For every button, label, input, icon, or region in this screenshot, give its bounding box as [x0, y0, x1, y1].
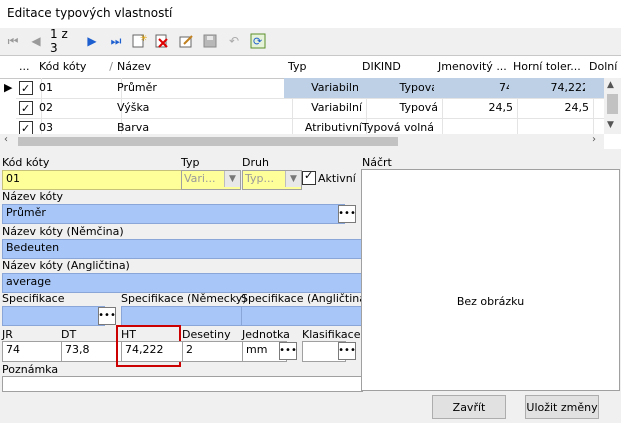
typ-select-value: Vari... [184, 172, 216, 185]
scroll-left-icon[interactable]: ‹ [4, 134, 8, 145]
window-title: Editace typových vlastností [0, 0, 621, 28]
previous-record-icon[interactable]: ◀ [27, 32, 45, 50]
jr-label: JR [2, 328, 13, 341]
save-changes-button[interactable]: Uložit změny [525, 395, 599, 419]
nazev-lookup-button[interactable]: ••• [338, 205, 356, 223]
grid-header-dikind[interactable]: DIKIND [358, 56, 439, 79]
nazev-en-field[interactable]: average [2, 273, 363, 293]
grid-cell-typ[interactable]: Variabilní [284, 78, 367, 99]
spec-en-field[interactable] [241, 306, 363, 326]
close-button[interactable]: Zavřít [432, 395, 506, 419]
ht-field[interactable]: 74,222 [121, 341, 183, 362]
grid-cell-horni[interactable]: 24,5 [509, 98, 594, 119]
grid-header-jmenovity[interactable]: Jmenovitý ... [434, 56, 514, 79]
save-icon[interactable] [201, 32, 219, 50]
grid-cell-kod[interactable]: 02 [35, 98, 122, 119]
jr-field[interactable]: 74 [2, 341, 63, 362]
scroll-up-icon[interactable]: ▲ [607, 80, 614, 90]
nacrt-label: Náčrt [362, 156, 392, 169]
spec-de-label: Specifikace (Německy) [121, 292, 247, 305]
record-position: 1 z 3 [50, 27, 68, 55]
jednotka-lookup-button[interactable]: ••• [279, 342, 297, 360]
nazev-field[interactable]: Průměr [2, 204, 345, 224]
spec-field[interactable] [2, 306, 105, 326]
grid-cell-dikind[interactable]: Typová [358, 78, 443, 99]
druh-select-value: Typ... [245, 172, 274, 185]
grid-cell-kod[interactable]: 01 [35, 78, 122, 99]
spec-en-label: Specifikace (Angličtina) [241, 292, 371, 305]
typ-label: Typ [181, 156, 200, 169]
spec-lookup-button[interactable]: ••• [98, 307, 116, 325]
ht-label: HT [121, 328, 136, 341]
nazev-label: Název kóty [2, 190, 64, 203]
refresh-icon[interactable]: ⟳ [249, 32, 267, 50]
dt-label: DT [61, 328, 77, 341]
grid-header-kod[interactable]: Kód kóty / [35, 56, 118, 79]
klasifikace-lookup-button[interactable]: ••• [338, 342, 356, 360]
undo-icon[interactable]: ↶ [225, 32, 243, 50]
spec-de-field[interactable] [121, 306, 244, 326]
jednotka-label: Jednotka [242, 328, 290, 341]
aktivni-label: Aktivní [318, 172, 356, 185]
grid-cell-nazev[interactable]: Průměr [113, 78, 293, 99]
grid-cell-nazev[interactable]: Výška [113, 98, 293, 119]
nazev-en-label: Název kóty (Angličtina) [2, 259, 130, 272]
grid-cell-typ[interactable]: Variabilní [284, 98, 367, 119]
grid-header-typ[interactable]: Typ [284, 56, 363, 79]
typ-select[interactable]: Vari... ▼ [181, 170, 241, 190]
poznamka-field[interactable] [2, 376, 363, 392]
scroll-down-icon[interactable]: ▼ [607, 120, 614, 130]
grid-cell-dikind[interactable]: Typová [358, 98, 443, 119]
klasifikace-label: Klasifikace [302, 328, 361, 341]
desetiny-field[interactable]: 2 [182, 341, 244, 362]
poznamka-label: Poznámka [2, 363, 59, 376]
desetiny-label: Desetiny [182, 328, 231, 341]
nazev-de-label: Název kóty (Němčina) [2, 225, 124, 238]
grid-header-nazev[interactable]: Název [113, 56, 289, 79]
last-record-icon[interactable]: ⏭ [107, 32, 125, 50]
grid-header-horni[interactable]: Horní toler... [509, 56, 590, 79]
grid-header-kod-label: Kód kóty [39, 60, 87, 73]
grid-cell-jmenovity[interactable]: 74 [434, 78, 518, 99]
sketch-empty-text: Bez obrázku [456, 295, 525, 308]
edit-record-icon[interactable] [177, 32, 195, 50]
next-record-icon[interactable]: ▶ [83, 32, 101, 50]
druh-label: Druh [242, 156, 269, 169]
first-record-icon[interactable]: ⏮ [4, 32, 22, 50]
grid-cell-horni[interactable]: 74,222 [509, 78, 594, 99]
delete-record-icon[interactable] [153, 32, 171, 50]
dt-field[interactable]: 73,8 [61, 341, 122, 362]
sketch-panel: Bez obrázku [361, 169, 620, 391]
druh-select[interactable]: Typ... ▼ [242, 170, 302, 190]
svg-text:✳: ✳ [140, 34, 147, 44]
navigator-toolbar: ⏮ ◀ 1 z 3 ▶ ⏭ ✳ ↶ ⟳ [0, 27, 621, 55]
chevron-down-icon[interactable]: ▼ [285, 171, 301, 187]
scroll-thumb[interactable] [607, 94, 618, 114]
chevron-down-icon[interactable]: ▼ [224, 171, 240, 187]
nazev-de-field[interactable]: Bedeuten [2, 239, 363, 259]
hscroll-thumb[interactable] [18, 137, 398, 146]
kod-field[interactable]: 01 [2, 170, 185, 190]
aktivni-checkbox[interactable] [302, 169, 316, 185]
grid-cell-jmenovity[interactable]: 24,5 [434, 98, 518, 119]
grid-horizontal-scrollbar[interactable]: ‹ › [0, 134, 604, 149]
grid-vertical-scrollbar[interactable]: ▲ ▼ [604, 78, 621, 134]
new-record-icon[interactable]: ✳ [130, 32, 148, 50]
spec-label: Specifikace [2, 292, 65, 305]
scroll-right-icon[interactable]: › [592, 134, 596, 145]
kod-label: Kód kóty [2, 156, 50, 169]
grid-header-dolni[interactable]: Dolní to [585, 56, 621, 79]
svg-text:⟳: ⟳ [253, 35, 262, 48]
